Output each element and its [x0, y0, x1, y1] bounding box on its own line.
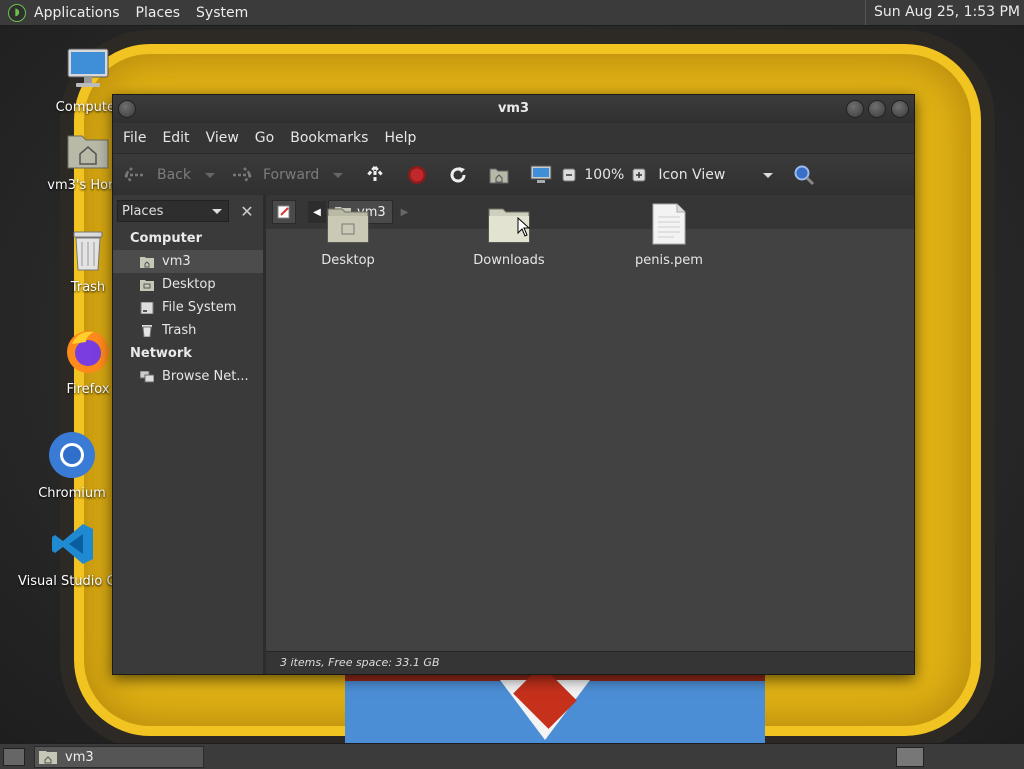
sidebar-item-label: vm3: [162, 254, 191, 269]
trash-icon: [142, 324, 152, 337]
file-item-desktop[interactable]: Desktop: [298, 203, 398, 268]
window-titlebar[interactable]: vm3: [113, 95, 914, 123]
desktop-folder-icon: [327, 208, 369, 243]
sidebar-item-label: Trash: [162, 323, 197, 338]
minimize-button[interactable]: [846, 100, 864, 118]
edit-location-button[interactable]: [272, 200, 296, 224]
computer-icon: [530, 165, 552, 183]
file-item-downloads[interactable]: Downloads: [459, 203, 559, 268]
chevron-down-icon: [212, 208, 222, 214]
status-bar: 3 items, Free space: 33.1 GB: [266, 651, 914, 674]
taskbar-item-label: vm3: [65, 749, 94, 765]
reload-button[interactable]: [448, 165, 468, 185]
file-view: ◀ vm3 ▶ Desktop Downloads penis.pem: [266, 195, 914, 652]
up-arrow-icon: [367, 166, 384, 183]
view-mode-label: Icon View: [658, 167, 726, 183]
sidebar-item-browse-network[interactable]: Browse Net...: [113, 365, 263, 388]
vscode-icon: [52, 524, 93, 564]
zoom-in-button[interactable]: [632, 168, 646, 182]
path-forward-button[interactable]: ▶: [401, 207, 409, 218]
zoom-in-icon: [632, 168, 646, 182]
sidebar-item-vm3[interactable]: vm3: [113, 250, 263, 273]
desktop-icon-chromium[interactable]: Chromium: [17, 430, 127, 501]
menu-edit[interactable]: Edit: [156, 130, 199, 146]
desktop-icon-label: Chromium: [38, 486, 106, 501]
maximize-button[interactable]: [868, 100, 886, 118]
network-icon: [140, 370, 154, 382]
file-manager-window: vm3 File Edit View Go Bookmarks Help Bac…: [112, 94, 915, 675]
reload-icon: [450, 167, 466, 183]
trash-icon: [73, 231, 103, 271]
menu-bookmarks[interactable]: Bookmarks: [284, 130, 378, 146]
menu-file[interactable]: File: [117, 130, 156, 146]
chevron-down-icon: [763, 172, 774, 178]
sidebar-section-computer: Computer: [130, 231, 203, 246]
top-panel: ◗ Applications Places System Sun Aug 25,…: [0, 0, 1024, 26]
stop-button[interactable]: [407, 165, 427, 185]
sidebar-item-label: Desktop: [162, 277, 216, 292]
home-button[interactable]: [489, 166, 509, 184]
forward-button[interactable]: Forward: [231, 166, 319, 184]
back-label: Back: [157, 167, 191, 183]
sidebar-item-desktop[interactable]: Desktop: [113, 273, 263, 296]
menu-help[interactable]: Help: [378, 130, 426, 146]
pencil-icon: [277, 205, 290, 219]
firefox-icon: [67, 331, 109, 373]
sidebar-places-combo[interactable]: Places: [117, 200, 229, 222]
sidebar-item-file-system[interactable]: File System: [113, 296, 263, 319]
taskbar-item-vm3[interactable]: vm3: [34, 746, 204, 768]
document-icon: [652, 203, 686, 245]
forward-label: Forward: [263, 167, 320, 183]
menu-go[interactable]: Go: [249, 130, 284, 146]
home-folder-icon: [67, 135, 109, 169]
home-folder-icon: [39, 751, 57, 764]
forward-history-dropdown[interactable]: [333, 172, 344, 178]
file-item-penis-pem[interactable]: penis.pem: [619, 203, 719, 268]
sidebar: Places ✕ Computer vm3 Desktop File Syste…: [113, 195, 264, 674]
computer-button[interactable]: [530, 165, 552, 185]
file-name: penis.pem: [635, 253, 703, 268]
places-combo-label: Places: [122, 203, 164, 219]
sidebar-item-trash[interactable]: Trash: [113, 319, 263, 342]
desktop-folder-icon: [140, 279, 154, 291]
home-folder-icon: [489, 168, 509, 184]
applications-menu[interactable]: Applications: [26, 5, 128, 21]
back-arrow-icon: [123, 167, 143, 183]
sidebar-item-label: Browse Net...: [162, 369, 249, 384]
chromium-icon: [49, 432, 95, 478]
sidebar-section-network: Network: [130, 346, 192, 361]
toolbar: Back Forward 100% Icon View: [113, 153, 914, 197]
zoom-out-icon: [562, 168, 576, 182]
menubar: File Edit View Go Bookmarks Help: [113, 123, 914, 153]
distro-logo-icon[interactable]: ◗: [8, 3, 26, 22]
places-menu[interactable]: Places: [128, 5, 189, 21]
show-desktop-button[interactable]: [3, 748, 25, 766]
clock[interactable]: Sun Aug 25, 1:53 PM: [865, 0, 1020, 25]
zoom-out-button[interactable]: [562, 168, 576, 182]
drive-icon: [140, 301, 154, 314]
stop-icon: [408, 166, 427, 184]
workspace-switcher-icon[interactable]: [896, 747, 924, 767]
window-title: vm3: [497, 101, 530, 116]
up-button[interactable]: [365, 165, 385, 185]
file-name: Downloads: [473, 253, 545, 268]
menu-view[interactable]: View: [200, 130, 249, 146]
file-name: Desktop: [321, 253, 375, 268]
mouse-pointer-icon: [517, 217, 531, 237]
sidebar-item-label: File System: [162, 300, 237, 315]
search-icon: [794, 165, 815, 186]
close-sidebar-icon[interactable]: ✕: [237, 201, 257, 221]
forward-arrow-icon: [233, 167, 253, 183]
close-button[interactable]: [891, 100, 909, 118]
sidebar-header: Places ✕: [113, 195, 263, 227]
back-button[interactable]: Back: [123, 166, 191, 184]
system-menu[interactable]: System: [188, 5, 256, 21]
search-button[interactable]: [793, 164, 815, 186]
view-mode-select[interactable]: Icon View: [658, 167, 774, 183]
computer-icon: [67, 48, 109, 87]
back-history-dropdown[interactable]: [205, 172, 215, 178]
bottom-panel: vm3: [0, 743, 1024, 769]
home-folder-icon: [140, 256, 154, 268]
zoom-level: 100%: [584, 167, 625, 183]
